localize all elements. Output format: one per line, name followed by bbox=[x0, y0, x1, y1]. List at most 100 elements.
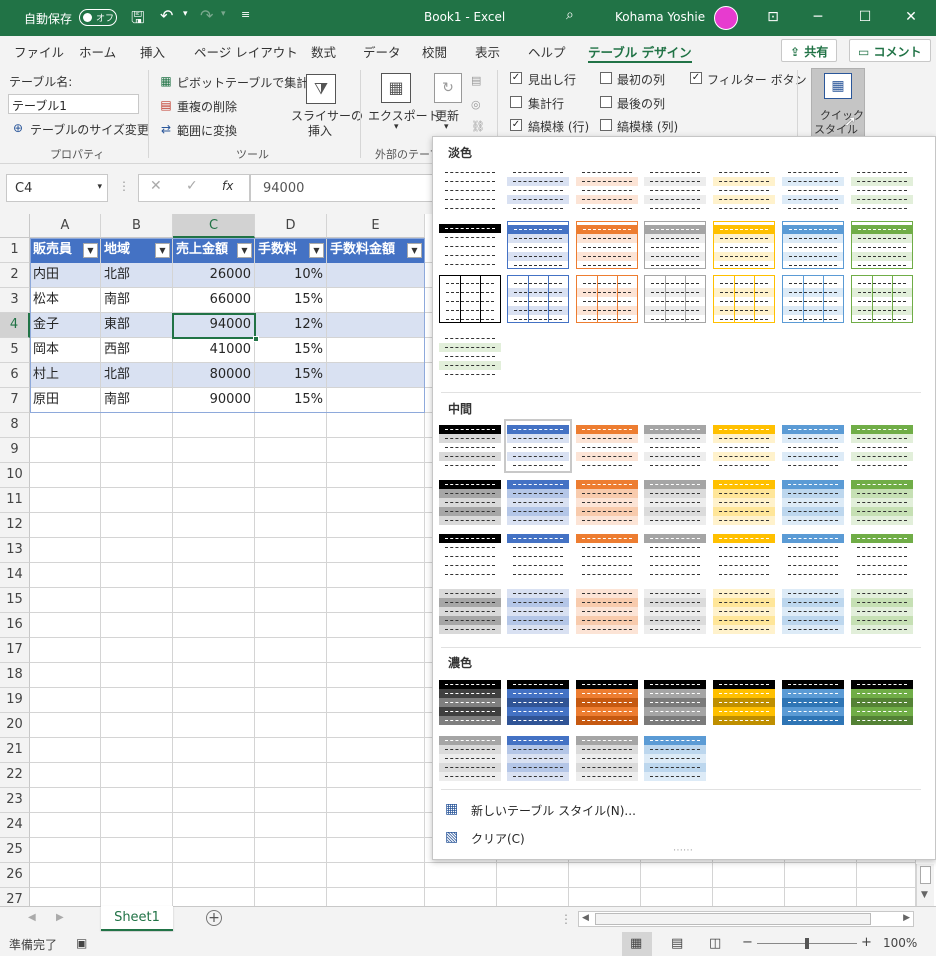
row-header[interactable]: 10 bbox=[0, 463, 30, 488]
active-cell[interactable] bbox=[172, 313, 256, 339]
table-style-swatch[interactable] bbox=[576, 586, 638, 634]
undo-icon[interactable]: ↶ bbox=[160, 6, 173, 25]
row-header[interactable]: 14 bbox=[0, 563, 30, 588]
table-style-swatch[interactable] bbox=[507, 531, 569, 579]
table-style-swatch[interactable] bbox=[507, 165, 569, 213]
filter-dropdown-icon[interactable]: ▼ bbox=[83, 243, 98, 258]
table-style-swatch[interactable] bbox=[644, 275, 706, 323]
table-style-swatch[interactable] bbox=[851, 165, 913, 213]
table-style-swatch[interactable] bbox=[782, 165, 844, 213]
table-style-swatch[interactable] bbox=[713, 165, 775, 213]
table-style-swatch[interactable] bbox=[507, 221, 569, 269]
table-style-swatch[interactable] bbox=[644, 422, 706, 470]
export-dropdown-icon[interactable]: ▾ bbox=[394, 122, 399, 132]
table-style-swatch[interactable] bbox=[851, 422, 913, 470]
table-style-swatch[interactable] bbox=[439, 477, 501, 525]
filter-dropdown-icon[interactable]: ▼ bbox=[407, 243, 422, 258]
table-style-swatch[interactable] bbox=[504, 419, 572, 473]
column-header-c[interactable]: C bbox=[173, 214, 255, 238]
page-break-view-icon[interactable]: ◫ bbox=[709, 936, 721, 951]
table-style-swatch[interactable] bbox=[507, 677, 569, 725]
enter-icon[interactable]: ✓ bbox=[186, 178, 198, 194]
tab-data[interactable]: データ bbox=[363, 42, 401, 61]
prev-sheet-icon[interactable]: ◀ bbox=[28, 912, 36, 923]
total-row-checkbox[interactable] bbox=[510, 96, 522, 108]
table-header-cell[interactable]: 売上金額 ▼ bbox=[173, 238, 254, 263]
tab-help[interactable]: ヘルプ bbox=[528, 42, 566, 61]
table-style-swatch[interactable] bbox=[439, 733, 501, 781]
undo-dropdown-icon[interactable]: ▾ bbox=[183, 9, 188, 19]
table-style-swatch[interactable] bbox=[713, 422, 775, 470]
table-style-swatch[interactable] bbox=[439, 531, 501, 579]
fill-handle[interactable] bbox=[253, 336, 259, 342]
table-cell[interactable] bbox=[327, 288, 424, 312]
row-header[interactable]: 19 bbox=[0, 688, 30, 713]
table-cell[interactable]: 26000 bbox=[173, 263, 254, 287]
table-style-swatch[interactable] bbox=[851, 477, 913, 525]
column-header-b[interactable]: B bbox=[101, 214, 173, 238]
add-sheet-icon[interactable]: + bbox=[206, 910, 222, 926]
table-cell[interactable]: 北部 bbox=[101, 263, 172, 287]
row-header[interactable]: 7 bbox=[0, 388, 30, 413]
table-style-swatch[interactable] bbox=[851, 221, 913, 269]
table-cell[interactable]: 村上 bbox=[30, 363, 100, 387]
table-header-cell[interactable]: 手数料 ▼ bbox=[255, 238, 326, 263]
table-style-swatch[interactable] bbox=[851, 677, 913, 725]
header-row-checkbox[interactable]: ✓ bbox=[510, 72, 522, 84]
resize-table-button[interactable]: テーブルのサイズ変更 bbox=[30, 121, 149, 138]
filter-button-checkbox[interactable]: ✓ bbox=[690, 72, 702, 84]
row-header[interactable]: 25 bbox=[0, 838, 30, 863]
table-style-swatch[interactable] bbox=[782, 677, 844, 725]
table-style-swatch[interactable] bbox=[713, 477, 775, 525]
table-cell[interactable]: 66000 bbox=[173, 288, 254, 312]
name-box[interactable]: C4 ▾ bbox=[6, 174, 108, 202]
table-style-swatch[interactable] bbox=[782, 531, 844, 579]
table-style-swatch[interactable] bbox=[782, 586, 844, 634]
remove-duplicates-button[interactable]: 重複の削除 bbox=[177, 98, 237, 115]
table-style-swatch[interactable] bbox=[576, 422, 638, 470]
row-header[interactable]: 11 bbox=[0, 488, 30, 513]
row-header[interactable]: 6 bbox=[0, 363, 30, 388]
tab-table-design[interactable]: テーブル デザイン bbox=[588, 42, 692, 63]
customize-qat-icon[interactable]: ≡ bbox=[241, 8, 250, 21]
table-header-cell[interactable]: 販売員 ▼ bbox=[30, 238, 100, 263]
row-header[interactable]: 23 bbox=[0, 788, 30, 813]
share-button[interactable]: ⇪ 共有 bbox=[781, 39, 838, 62]
scrollbar-thumb[interactable] bbox=[920, 866, 931, 884]
resize-grip-icon[interactable]: ⋯⋯ bbox=[673, 845, 693, 856]
tab-insert[interactable]: 挿入 bbox=[140, 42, 165, 61]
row-header[interactable]: 4 bbox=[0, 313, 30, 338]
row-header[interactable]: 26 bbox=[0, 863, 30, 888]
cancel-icon[interactable]: ✕ bbox=[150, 178, 162, 194]
table-style-swatch[interactable] bbox=[576, 531, 638, 579]
table-cell[interactable]: 岡本 bbox=[30, 338, 100, 362]
column-header-a[interactable]: A bbox=[30, 214, 101, 238]
last-column-checkbox[interactable] bbox=[600, 96, 612, 108]
table-cell[interactable]: 12% bbox=[255, 313, 326, 337]
refresh-dropdown-icon[interactable]: ▾ bbox=[444, 122, 449, 132]
row-header[interactable]: 12 bbox=[0, 513, 30, 538]
table-style-swatch[interactable] bbox=[851, 586, 913, 634]
row-header[interactable]: 16 bbox=[0, 613, 30, 638]
filter-dropdown-icon[interactable]: ▼ bbox=[237, 243, 252, 258]
row-header[interactable]: 8 bbox=[0, 413, 30, 438]
table-cell[interactable]: 北部 bbox=[101, 363, 172, 387]
zoom-out-icon[interactable]: − bbox=[742, 935, 753, 950]
tab-review[interactable]: 校閲 bbox=[422, 42, 447, 61]
sheet-tab-sheet1[interactable]: Sheet1 bbox=[101, 906, 173, 931]
table-style-swatch[interactable] bbox=[576, 275, 638, 323]
table-style-swatch[interactable] bbox=[644, 165, 706, 213]
table-style-swatch[interactable] bbox=[644, 221, 706, 269]
table-cell[interactable] bbox=[327, 313, 424, 337]
table-style-swatch[interactable] bbox=[439, 677, 501, 725]
filter-dropdown-icon[interactable]: ▼ bbox=[155, 243, 170, 258]
tab-page-layout[interactable]: ページ レイアウト bbox=[194, 42, 298, 61]
row-header[interactable]: 21 bbox=[0, 738, 30, 763]
table-style-swatch[interactable] bbox=[439, 586, 501, 634]
table-header-cell[interactable]: 手数料金額 ▼ bbox=[327, 238, 424, 263]
maximize-icon[interactable]: ☐ bbox=[853, 6, 877, 28]
avatar[interactable] bbox=[714, 6, 738, 30]
export-button[interactable]: エクスポート bbox=[368, 107, 440, 124]
row-header[interactable]: 24 bbox=[0, 813, 30, 838]
row-header[interactable]: 17 bbox=[0, 638, 30, 663]
